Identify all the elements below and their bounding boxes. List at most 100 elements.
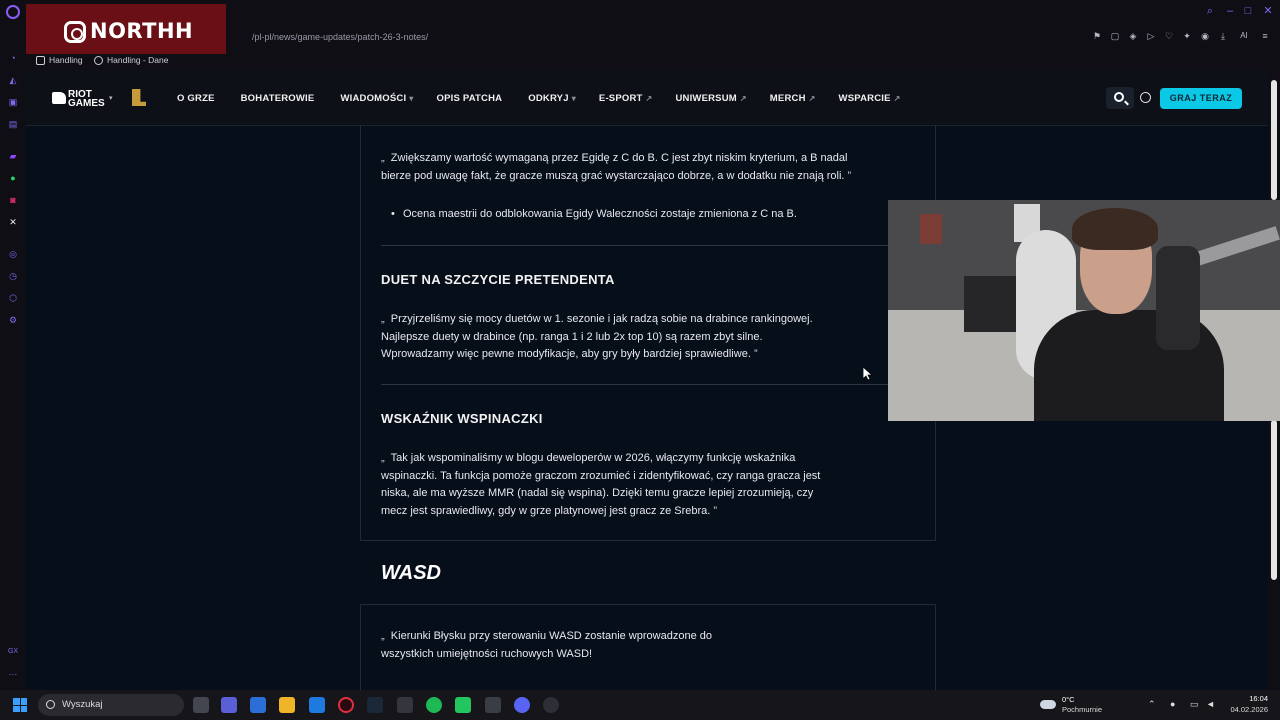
section-title-wspinaczka: WSKAŹNIK WSPINACZKI xyxy=(381,411,543,426)
section-title-duet: DUET NA SZCZYCIE PRETENDENTA xyxy=(381,272,615,287)
quote-text: Zwiększamy wartość wymaganą przez Egidę … xyxy=(381,152,848,182)
external-link-icon: ↗ xyxy=(739,94,747,103)
game-launcher-icon[interactable] xyxy=(455,697,471,713)
whatsapp-icon[interactable]: ● xyxy=(7,172,19,184)
more-icon[interactable]: … xyxy=(7,666,19,678)
discord-icon[interactable] xyxy=(514,697,530,713)
nav-o-grze[interactable]: O GRZE xyxy=(177,93,218,104)
site-search-button[interactable] xyxy=(1106,87,1134,109)
instagram-icon[interactable]: ◙ xyxy=(7,194,19,206)
bookmark-handling-dane[interactable]: Handling - Dane xyxy=(94,55,168,65)
file-icon xyxy=(36,55,45,65)
x-icon[interactable]: ✕ xyxy=(7,216,19,228)
close-icon[interactable]: ✕ xyxy=(1262,5,1274,17)
taskbar-search[interactable]: Wyszukaj xyxy=(38,694,184,716)
nav-merch[interactable]: MERCH ↗ xyxy=(770,93,816,104)
user-icon[interactable]: ◉ xyxy=(1200,31,1210,41)
quote-egida: „ Zwiększamy wartość wymaganą przez Egid… xyxy=(381,152,852,182)
windows-taskbar: Wyszukaj 0°C Pochmurnie ⌃ ● ▭ ◄ 16:04 04… xyxy=(0,690,1280,720)
teams-icon[interactable] xyxy=(221,697,237,713)
nav-odkryj[interactable]: ODKRYJ ▾ xyxy=(528,93,576,104)
extensions-icon[interactable]: ✦ xyxy=(1182,31,1192,41)
nav-opis-patcha[interactable]: OPIS PATCHA xyxy=(437,93,506,104)
main-menu: O GRZE BOHATEROWIE WIADOMOŚCI ▾ OPIS PATC… xyxy=(177,93,924,104)
url-text[interactable]: /pl-pl/news/game-updates/patch-26-3-note… xyxy=(252,32,428,42)
riot-games-logo[interactable]: RIOT GAMES ▾ xyxy=(52,90,114,110)
nav-wsparcie[interactable]: WSPARCIE ↗ xyxy=(839,93,901,104)
microphone-icon[interactable]: ● xyxy=(1170,699,1175,709)
riot-fist-icon xyxy=(52,92,66,104)
site-navigation: RIOT GAMES ▾ O GRZE BOHATEROWIE WIADOMOŚ… xyxy=(26,70,1268,126)
opera-gx-logo-icon[interactable] xyxy=(6,5,20,19)
scrollbar-thumb[interactable] xyxy=(1271,80,1277,200)
clock-time: 16:04 xyxy=(1249,694,1268,703)
chevron-up-icon[interactable]: ⌃ xyxy=(1148,699,1156,710)
file-explorer-icon[interactable] xyxy=(279,697,295,713)
network-icon[interactable]: ▭ xyxy=(1190,699,1199,710)
nav-bohaterowie[interactable]: BOHATEROWIE xyxy=(241,93,318,104)
divider xyxy=(381,384,888,385)
mouse-cursor-icon xyxy=(863,367,873,381)
volume-icon[interactable]: ◄ xyxy=(1206,699,1215,709)
nav-wiadomosci[interactable]: WIADOMOŚCI ▾ xyxy=(340,93,413,104)
external-link-icon: ↗ xyxy=(893,94,901,103)
league-of-legends-icon[interactable] xyxy=(132,89,146,106)
bookmark-icon[interactable]: ⚑ xyxy=(1092,31,1102,41)
nav-e-sport[interactable]: E-SPORT ↗ xyxy=(599,93,653,104)
mail-icon[interactable] xyxy=(309,697,325,713)
search-icon xyxy=(1114,92,1124,102)
scrollbar-thumb[interactable] xyxy=(1271,420,1277,580)
steam-icon[interactable] xyxy=(367,697,383,713)
menu-icon[interactable]: ≡ xyxy=(1260,31,1270,41)
microphone xyxy=(1156,246,1200,350)
quote-text: Przyjrzeliśmy się mocy duetów w 1. sezon… xyxy=(381,313,813,360)
bookmark-label: Handling - Dane xyxy=(107,55,169,65)
store-icon[interactable] xyxy=(250,697,266,713)
minimize-icon[interactable]: – xyxy=(1224,5,1236,17)
messenger-icon[interactable]: ▣ xyxy=(7,96,19,108)
external-link-icon: ↗ xyxy=(645,94,653,103)
spotify-icon[interactable] xyxy=(426,697,442,713)
bookmark-handling[interactable]: Handling xyxy=(36,55,83,65)
shield-icon[interactable]: ◈ xyxy=(1128,31,1138,41)
clock-date: 04.02.2026 xyxy=(1230,705,1268,714)
nav-uniwersum[interactable]: UNIWERSUM ↗ xyxy=(675,93,746,104)
streamer-name: NORTHH xyxy=(90,19,194,43)
app-icon[interactable] xyxy=(543,697,559,713)
extension-toolbar: ⚑ ▢ ◈ ▷ ♡ ✦ ◉ ⤓ AI ≡ xyxy=(1092,31,1270,41)
gx-control-icon[interactable]: ◭ xyxy=(7,74,19,86)
download-icon[interactable]: ⤓ xyxy=(1218,31,1228,41)
twitch-icon[interactable]: ▰ xyxy=(7,150,19,162)
globe-icon xyxy=(94,55,103,65)
screenshot-icon[interactable]: ▢ xyxy=(1110,31,1120,41)
settings-icon[interactable]: ⚙ xyxy=(7,314,19,326)
gx-icon[interactable]: GX xyxy=(7,646,19,658)
streamer-logo-overlay: NORTHH xyxy=(26,4,226,54)
task-view-icon[interactable] xyxy=(193,697,209,713)
quote-duet: „ Przyjrzeliśmy się mocy duetów w 1. sez… xyxy=(381,313,813,360)
opera-gx-icon[interactable] xyxy=(338,697,354,713)
play-now-button[interactable]: GRAJ TERAZ xyxy=(1160,88,1242,109)
app-icon[interactable] xyxy=(397,697,413,713)
chevron-down-icon: ▾ xyxy=(571,94,576,103)
news-icon[interactable]: ▤ xyxy=(7,118,19,130)
extensions-sidebar-icon[interactable]: ⬡ xyxy=(7,292,19,304)
xbox-icon[interactable] xyxy=(485,697,501,713)
windows-start-icon[interactable] xyxy=(13,698,27,712)
list-item: Ocena maestrii do odblokowania Egidy Wal… xyxy=(391,208,863,220)
language-globe-icon[interactable] xyxy=(1140,92,1151,103)
divider xyxy=(381,245,888,246)
player-icon[interactable]: ◎ xyxy=(7,248,19,260)
heart-icon[interactable]: ♡ xyxy=(1164,31,1174,41)
maximize-icon[interactable]: □ xyxy=(1242,5,1254,17)
speed-dial-icon[interactable]: ◔ xyxy=(7,52,19,64)
system-clock[interactable]: 16:04 04.02.2026 xyxy=(1226,694,1268,714)
weather-temperature: 0°C xyxy=(1062,695,1075,704)
search-icon[interactable]: ⌕ xyxy=(1204,5,1216,17)
history-icon[interactable]: ◷ xyxy=(7,270,19,282)
play-icon[interactable]: ▷ xyxy=(1146,31,1156,41)
quote-wspinaczka: „ Tak jak wspominaliśmy w blogu dewelope… xyxy=(381,452,821,517)
search-placeholder: Wyszukaj xyxy=(62,699,103,710)
ai-button[interactable]: AI xyxy=(1236,31,1252,41)
external-link-icon: ↗ xyxy=(808,94,816,103)
